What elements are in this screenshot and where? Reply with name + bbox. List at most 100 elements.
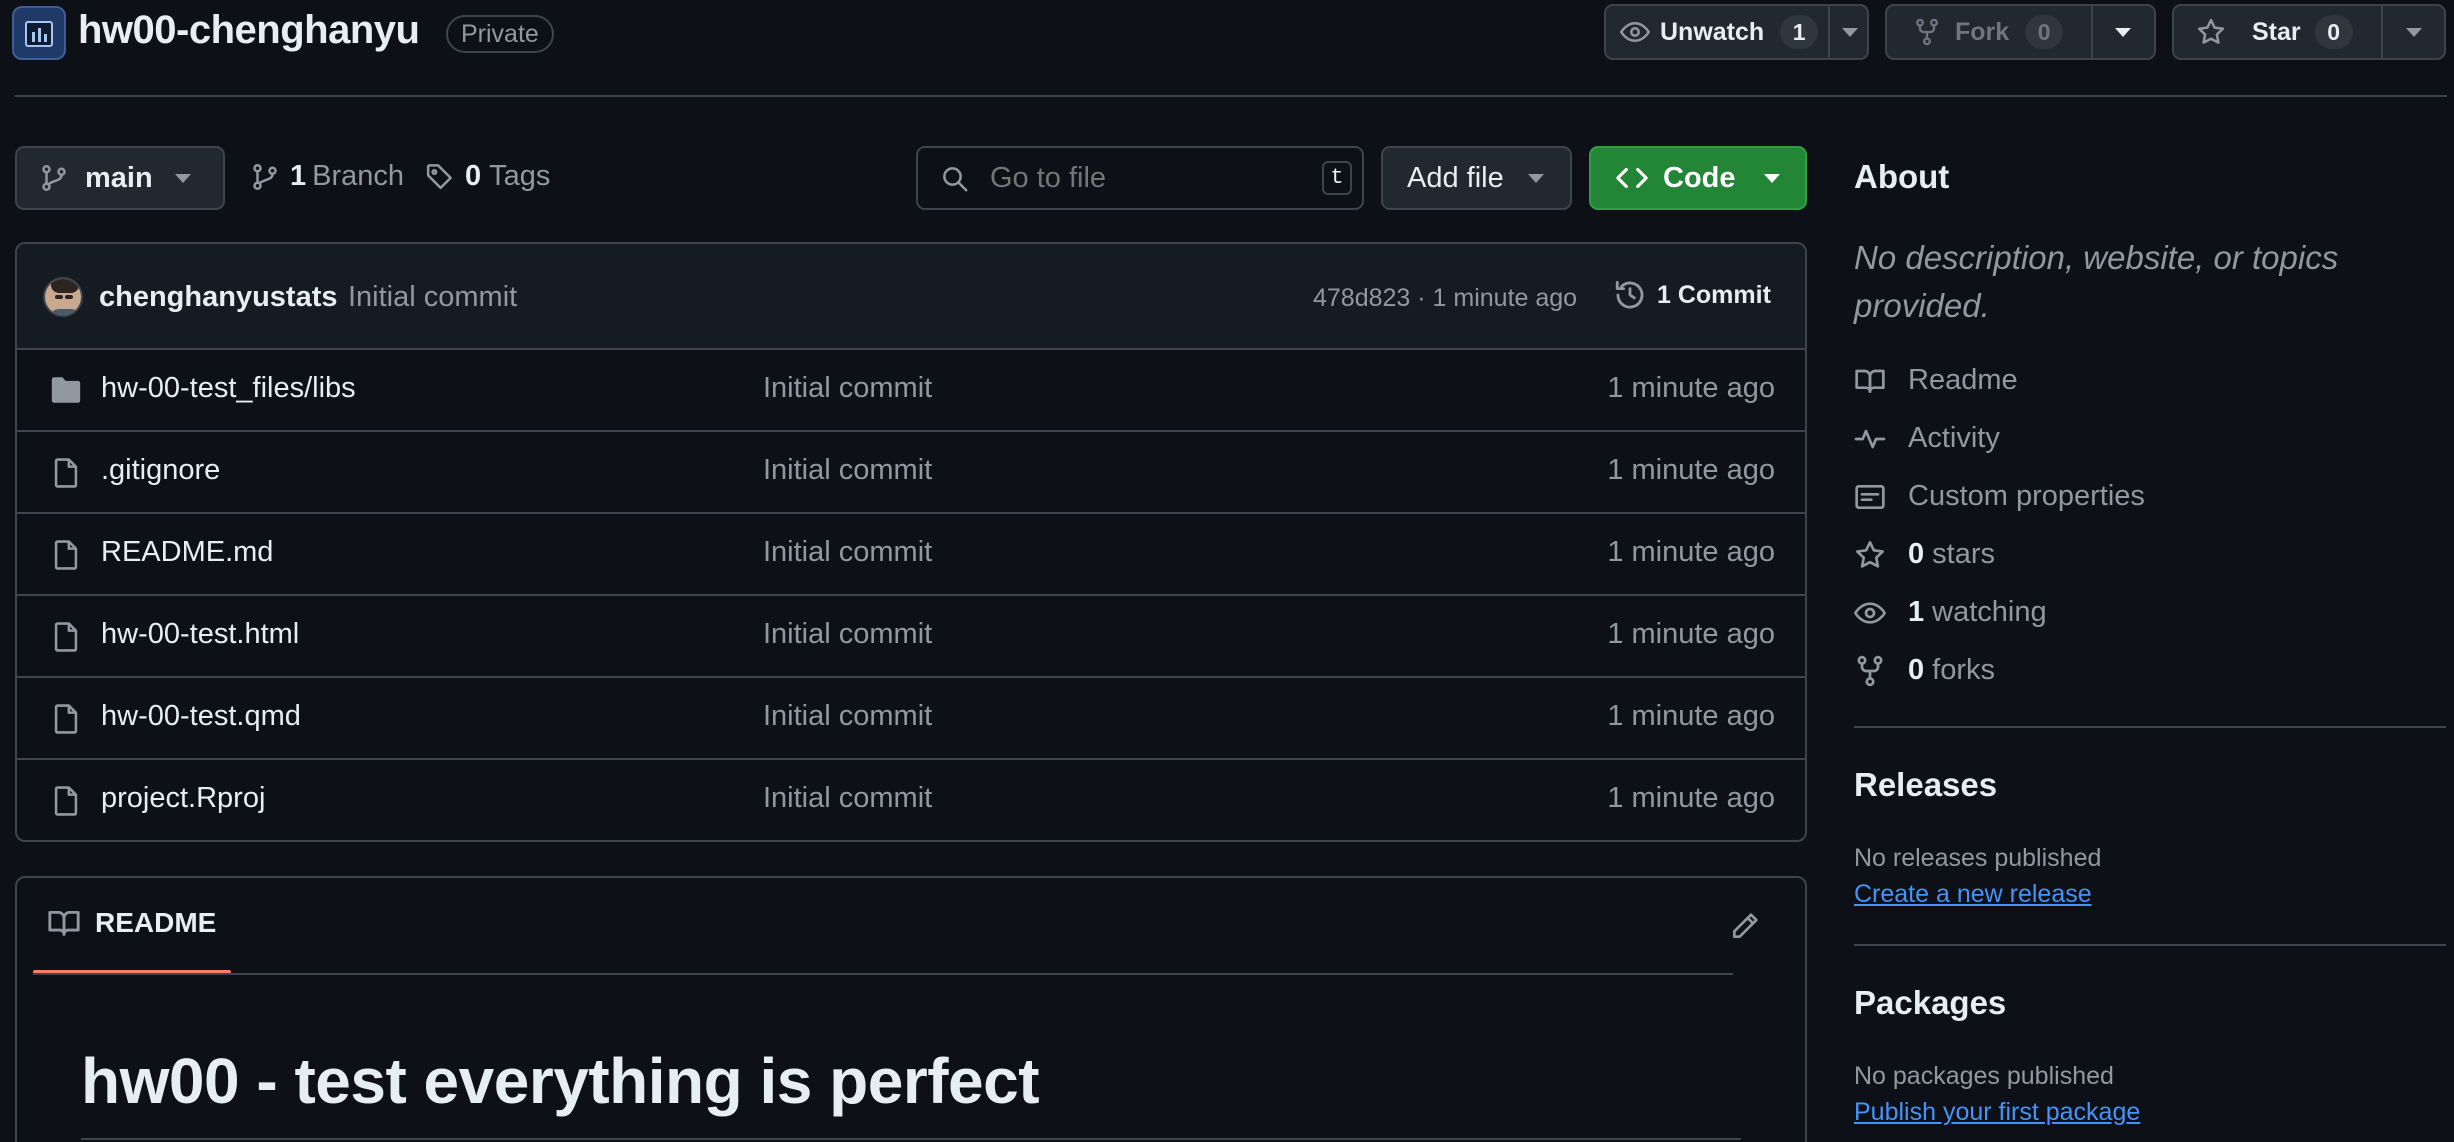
- packages-heading[interactable]: Packages: [1854, 984, 2006, 1022]
- file-commit-message[interactable]: Initial commit: [763, 454, 932, 487]
- latest-commit-bar: chenghanyustats Initial commit 478d823 ·…: [17, 244, 1805, 350]
- fork-dropdown-caret[interactable]: [2115, 28, 2131, 37]
- tags-link[interactable]: 0 Tags: [425, 160, 550, 193]
- code-label: Code: [1663, 161, 1736, 194]
- file-commit-time: 1 minute ago: [1607, 536, 1775, 568]
- readme-heading: hw00 - test everything is perfect: [81, 1045, 1040, 1117]
- file-commit-time: 1 minute ago: [1607, 372, 1775, 404]
- stars-link[interactable]: 0 stars: [1854, 538, 1995, 571]
- watching-link[interactable]: 1 watching: [1854, 596, 2047, 629]
- releases-empty-text: No releases published: [1854, 844, 2102, 872]
- packages-empty-text: No packages published: [1854, 1062, 2114, 1090]
- sidebar-divider: [1854, 726, 2446, 728]
- file-row[interactable]: README.md Initial commit 1 minute ago: [17, 512, 1805, 594]
- branches-link[interactable]: 1 Branch: [250, 160, 404, 193]
- file-row[interactable]: hw-00-test_files/libs Initial commit 1 m…: [17, 348, 1805, 430]
- eye-icon: [1620, 22, 1650, 42]
- eye-icon: [1854, 601, 1886, 624]
- star-dropdown-caret[interactable]: [2406, 28, 2422, 37]
- file-icon: [54, 540, 78, 570]
- branch-label: Branch: [312, 160, 405, 192]
- file-commit-message[interactable]: Initial commit: [763, 536, 932, 569]
- custom-properties-link[interactable]: Custom properties: [1854, 480, 2145, 513]
- file-name[interactable]: project.Rproj: [101, 782, 265, 815]
- file-icon: [54, 622, 78, 652]
- about-heading: About: [1854, 158, 1950, 195]
- add-file-button[interactable]: Add file: [1381, 146, 1572, 210]
- repo-forked-icon: [1857, 655, 1883, 686]
- forks-link[interactable]: 0 forks: [1854, 654, 1995, 687]
- publish-package-link[interactable]: Publish your first package: [1854, 1098, 2140, 1127]
- note-icon: [1855, 484, 1885, 509]
- file-name[interactable]: .gitignore: [101, 454, 220, 487]
- star-button[interactable]: Star 0: [2174, 15, 2381, 49]
- custom-properties-label: Custom properties: [1908, 480, 2145, 512]
- repo-forked-icon: [1916, 18, 1938, 46]
- activity-link[interactable]: Activity: [1854, 422, 2000, 455]
- file-commit-time: 1 minute ago: [1607, 782, 1775, 814]
- star-icon: [1856, 540, 1884, 568]
- unwatch-label: Unwatch: [1660, 17, 1765, 46]
- fork-button[interactable]: Fork 0: [1887, 15, 2091, 49]
- commit-count-label: 1 Commit: [1657, 280, 1771, 309]
- visibility-badge: Private: [446, 15, 554, 53]
- file-icon: [54, 458, 78, 488]
- file-commit-time: 1 minute ago: [1607, 700, 1775, 732]
- sidebar-divider: [1854, 944, 2446, 946]
- file-row[interactable]: hw-00-test.qmd Initial commit 1 minute a…: [17, 676, 1805, 758]
- file-name[interactable]: hw-00-test_files/libs: [101, 372, 356, 405]
- building-icon: [25, 21, 53, 47]
- tag-count: 0: [465, 160, 482, 192]
- file-commit-time: 1 minute ago: [1607, 618, 1775, 650]
- code-icon: [1616, 167, 1648, 189]
- readme-link[interactable]: Readme: [1854, 364, 2018, 397]
- author-avatar[interactable]: [43, 277, 83, 317]
- go-to-file-search[interactable]: t: [916, 146, 1364, 210]
- go-to-file-input[interactable]: [990, 158, 1280, 198]
- commit-author[interactable]: chenghanyustats: [99, 281, 338, 314]
- book-icon: [1855, 369, 1885, 393]
- forks-count: 0: [1908, 654, 1925, 686]
- file-commit-message[interactable]: Initial commit: [763, 372, 932, 405]
- tag-icon: [426, 163, 452, 189]
- folder-icon: [51, 377, 81, 403]
- file-icon: [54, 786, 78, 816]
- pencil-icon[interactable]: [1729, 910, 1761, 942]
- file-commit-message[interactable]: Initial commit: [763, 700, 932, 733]
- file-commit-time: 1 minute ago: [1607, 454, 1775, 486]
- readme-link-label: Readme: [1908, 364, 2018, 396]
- star-button-group: Star 0: [2172, 4, 2446, 60]
- create-release-link[interactable]: Create a new release: [1854, 880, 2092, 909]
- file-row[interactable]: hw-00-test.html Initial commit 1 minute …: [17, 594, 1805, 676]
- file-icon: [54, 704, 78, 734]
- file-commit-message[interactable]: Initial commit: [763, 782, 932, 815]
- git-branch-icon: [42, 164, 66, 192]
- stars-count: 0: [1908, 538, 1925, 570]
- repo-owner-avatar[interactable]: [12, 6, 66, 60]
- pulse-icon: [1854, 429, 1886, 448]
- file-row[interactable]: project.Rproj Initial commit 1 minute ag…: [17, 758, 1805, 840]
- branch-selector[interactable]: main: [15, 146, 225, 210]
- keyboard-shortcut-hint: t: [1322, 161, 1352, 195]
- file-row[interactable]: .gitignore Initial commit 1 minute ago: [17, 430, 1805, 512]
- commit-message[interactable]: Initial commit: [348, 281, 517, 314]
- branch-count: 1: [290, 160, 307, 192]
- file-name[interactable]: hw-00-test.qmd: [101, 700, 301, 733]
- unwatch-button[interactable]: Unwatch 1: [1606, 15, 1828, 49]
- readme-tab-divider: [33, 973, 1733, 975]
- file-name[interactable]: hw-00-test.html: [101, 618, 299, 651]
- code-button[interactable]: Code: [1589, 146, 1807, 210]
- releases-heading[interactable]: Releases: [1854, 766, 1997, 804]
- commit-hash-time[interactable]: 478d823 · 1 minute ago: [1313, 284, 1577, 313]
- stars-label: stars: [1932, 538, 1995, 570]
- watching-count: 1: [1908, 596, 1925, 628]
- file-name[interactable]: README.md: [101, 536, 273, 569]
- history-icon: [1615, 280, 1644, 309]
- commit-history-link[interactable]: 1 Commit: [1613, 278, 1771, 312]
- readme-tab[interactable]: README: [47, 906, 216, 940]
- watch-button-group: Unwatch 1: [1604, 4, 1869, 60]
- watch-dropdown-caret[interactable]: [1842, 28, 1858, 37]
- file-commit-message[interactable]: Initial commit: [763, 618, 932, 651]
- watching-label: watching: [1932, 596, 2047, 628]
- repo-name[interactable]: hw00-chenghanyu: [78, 8, 420, 53]
